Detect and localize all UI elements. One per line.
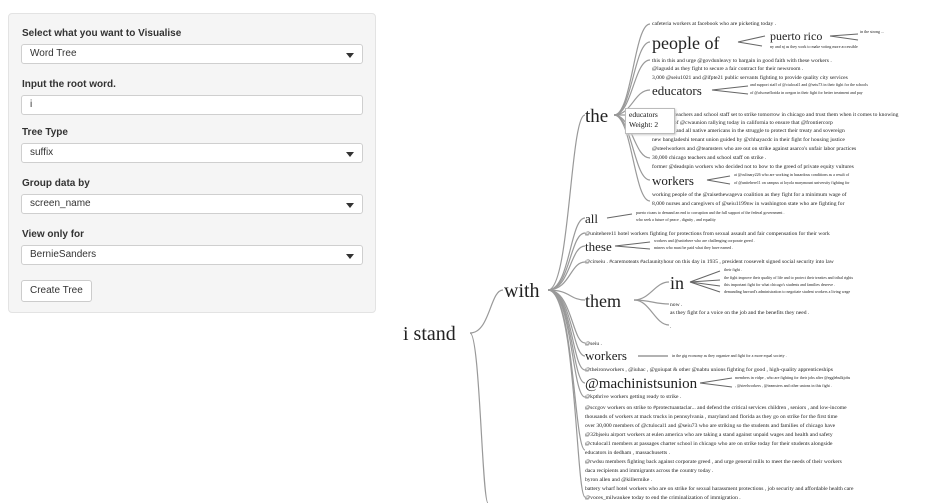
leaf-text: . (670, 324, 672, 330)
leaf-text: 8,000 nurses and caregivers of @seiu1199… (652, 200, 845, 207)
tree-node-educators[interactable]: educators (652, 83, 702, 98)
tree-node-in[interactable]: in (670, 273, 684, 293)
tree-node-people-of[interactable]: people of (652, 33, 719, 53)
leaf-text: new bangladeshi tenant union guided by @… (652, 136, 845, 143)
tree-node-all[interactable]: all (585, 211, 598, 226)
leaf-text: in the gig economy as they organize and … (672, 353, 787, 358)
leaf-text: members in vidpe , who are fighting for … (735, 375, 851, 381)
leaf-text: as they fight for a voice on the job and… (670, 309, 810, 316)
leaf-text: now . (670, 302, 683, 308)
leaf-text: of @unitehere11 on campus at loyola mary… (734, 180, 850, 185)
leaf-text: this in this and urge @govdunleavy to ba… (652, 57, 832, 64)
leaf-text: 30,000 chicago teachers and school staff… (652, 154, 767, 161)
tree-node-machinistsunion[interactable]: @machinistsunion (585, 376, 698, 392)
tree-node-puerto-rico[interactable]: puerto rico (770, 29, 822, 43)
tree-node-with[interactable]: with (504, 280, 540, 302)
leaf-text: @32bjseiu airport workers at eulen ameri… (585, 431, 833, 438)
leaf-text: @unitehere11 hotel workers fighting for … (585, 230, 830, 237)
leaf-text: @seiu . (585, 341, 603, 347)
leaf-text: @theironworkers , @iuhac , @goiupat & ot… (585, 366, 833, 373)
leaf-text: byron allen and @killermike . (585, 477, 653, 483)
leaf-text: @ctulocal1 members at passages charter s… (585, 440, 833, 447)
tree-node-workers-the[interactable]: workers (652, 173, 694, 188)
leaf-text: @kpthrive workers getting ready to strik… (585, 394, 682, 400)
leaf-text: over 30,000 members of @ctulocal1 and @s… (585, 422, 836, 429)
tree-node-these[interactable]: these (585, 239, 612, 254)
leaf-text: @steelworkers and @teamsters who are out… (652, 145, 856, 152)
leaf-text: @cirseiu . #caremoteats #aclaunityhour o… (585, 259, 835, 265)
tree-node-them[interactable]: them (585, 291, 621, 311)
leaf-text: who seek a future of peace , dignity , a… (636, 217, 716, 223)
leaf-text: , @steelworkers , @teamsters and other u… (735, 383, 832, 389)
leaf-text: miners who must be paid what they have e… (654, 245, 733, 250)
leaf-text: working people of the @raisethewageva co… (652, 191, 847, 198)
tree-node-the[interactable]: the (585, 106, 608, 127)
leaf-text: ny and nj as they work to make voting mo… (770, 44, 858, 49)
leaf-text: demanding harvard's administration to ne… (724, 289, 850, 294)
node-tooltip: educators Weight: 2 (625, 108, 675, 134)
tree-root-word[interactable]: i stand (403, 323, 456, 345)
leaf-text: @voces_milwaukee today to end the crimin… (585, 494, 741, 501)
branch-root-down (469, 332, 489, 503)
leaf-text: @lagusld as they fight to secure a fair … (652, 65, 804, 72)
tree-node-workers[interactable]: workers (585, 348, 627, 363)
word-tree: i stand with the all these them in worke… (403, 20, 899, 503)
leaf-text: of @afscmeflorida in oregon in their fig… (750, 90, 863, 95)
leaf-text: @afscme teachers and school staff set to… (652, 111, 899, 118)
leaf-text: the fight improve their quality of life … (724, 275, 854, 280)
leaf-text: former @deadspin workers who decided not… (652, 163, 854, 170)
leaf-text: members of @cwaunion rallying today in c… (652, 119, 833, 126)
leaf-text: in the strong ... (860, 29, 884, 34)
leaf-text: and support staff of @ctulocal1 and @sei… (750, 82, 868, 87)
leaf-text: battery wharf hotel workers who are on s… (585, 485, 854, 492)
tooltip-weight: Weight: 2 (629, 120, 659, 129)
leaf-text: 3,000 @seiu1021 and @ifpte21 public serv… (652, 74, 848, 81)
leaf-text: puerto ricans to demand an end to corrup… (636, 210, 785, 215)
leaf-text: @sccgov workers on strike to #protectuan… (585, 404, 847, 411)
leaf-text: @rwdsu members fighting back against cor… (585, 458, 842, 465)
leaf-text: comanche and all native americans in the… (652, 128, 845, 134)
tooltip-word: educators (629, 110, 658, 119)
leaf-text: cafeteria workers at facebook who are pi… (652, 20, 777, 27)
leaf-text: their fight . (724, 267, 742, 272)
leaf-text: daca recipients and immigrants across th… (585, 468, 714, 474)
leaf-text: at @culinary226 who are working in hazar… (734, 172, 850, 177)
leaf-text: educators in dedham , massachusetts . (585, 450, 671, 456)
leaf-text: thousands of workers at mack trucks in p… (585, 413, 838, 420)
leaf-text: workers and @unitehere who are challengi… (654, 238, 755, 243)
leaf-text: this important fight for what chicago's … (724, 282, 835, 287)
branch-root-with (469, 289, 504, 334)
